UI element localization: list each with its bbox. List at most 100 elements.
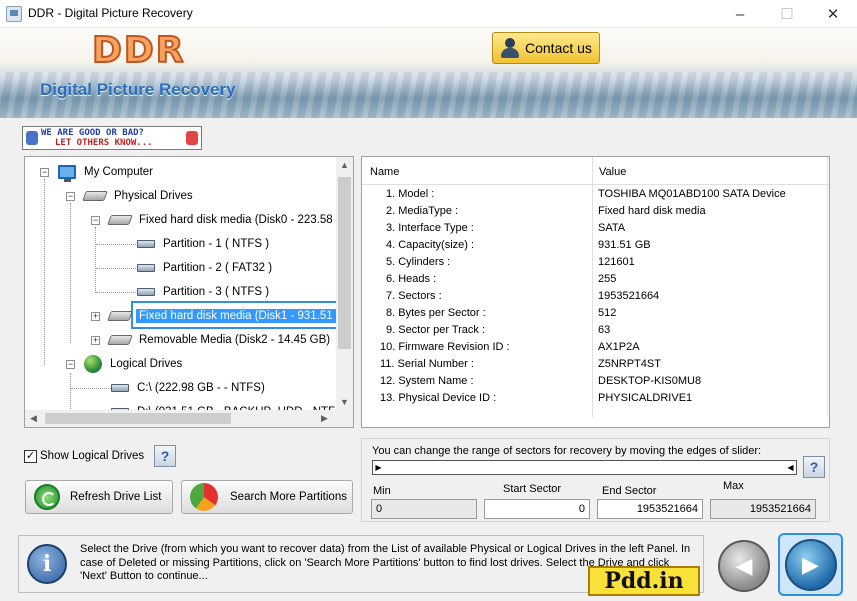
end-sector-label: End Sector [602,485,657,497]
app-icon [6,6,22,22]
globe-icon [84,355,102,373]
partition-icon [137,240,155,248]
tree-item-label: Partition - 2 ( FAT32 ) [163,262,273,274]
tree-item-label: My Computer [84,166,154,178]
back-button[interactable]: ◀ [714,536,774,596]
tree-item-disk2[interactable]: Removable Media (Disk2 - 14.45 GB) [107,330,333,350]
expand-disk1[interactable]: + [91,312,100,321]
property-value: DESKTOP-KIS0MU8 [598,375,702,387]
property-value: TOSHIBA MQ01ABD100 SATA Device [598,188,786,200]
partition-icon [137,264,155,272]
property-value: 512 [598,307,617,319]
scroll-up-icon[interactable]: ▲ [340,160,349,170]
min-label: Min [373,485,391,497]
property-value: 63 [598,324,611,336]
end-sector-input[interactable]: 1953521664 [597,499,703,519]
tree-item-label: C:\ (222.98 GB - - NTFS) [137,382,265,394]
disk-icon [107,335,133,345]
tree-vscroll-thumb[interactable] [338,177,351,349]
property-name: 9. Sector per Track : [386,324,486,336]
sector-range-slider[interactable]: ▶ ◀ [372,460,797,475]
tree-item-label: Partition - 3 ( NTFS ) [163,286,270,298]
scroll-down-icon[interactable]: ▼ [340,397,349,407]
property-value: 931.51 GB [598,239,651,251]
contact-us-label: Contact us [525,40,592,56]
close-button[interactable]: ✕ [810,0,856,28]
expand-physical-drives[interactable]: − [66,192,75,201]
expand-logical-drives[interactable]: − [66,360,75,369]
tree-item-label: Partition - 1 ( NTFS ) [163,238,270,250]
search-partitions-label: Search More Partitions [230,491,347,503]
drive-properties-table: Name Value 1. Model : TOSHIBA MQ01ABD100 … [361,156,830,428]
tree-horizontal-scrollbar[interactable]: ◀ ▶ [25,410,353,427]
property-name: 13. Physical Device ID : [380,392,497,404]
property-name: 10. Firmware Revision ID : [380,341,510,353]
min-field: 0 [371,499,477,519]
tree-item-disk0[interactable]: Fixed hard disk media (Disk0 - 223.58 GB… [107,210,353,230]
partition-icon [137,288,155,296]
tree-item-label: Removable Media (Disk2 - 14.45 GB) [139,334,331,346]
expand-disk2[interactable]: + [91,336,100,345]
disk-icon [82,191,108,201]
expand-my-computer[interactable]: − [40,168,49,177]
help-button[interactable]: ? [154,445,176,467]
property-value: 1953521664 [598,290,660,302]
drive-tree[interactable]: − My Computer − Physical Drives − Fixed … [24,156,354,428]
start-sector-input[interactable]: 0 [484,499,590,519]
refresh-drive-list-button[interactable]: Refresh Drive List [25,480,173,514]
pie-chart-icon [190,483,218,511]
slider-start-handle[interactable]: ▶ [374,462,383,473]
maximize-button[interactable]: ☐ [764,0,810,28]
feedback-line-1: WE ARE GOOD OR BAD? [41,128,144,138]
tree-item-partition-3[interactable]: Partition - 3 ( NTFS ) [137,282,272,302]
tree-item-label: Fixed hard disk media (Disk1 - 931.51 GB… [136,309,353,323]
contact-us-button[interactable]: Contact us [492,32,600,64]
property-value: AX1P2A [598,341,640,353]
info-icon: i [27,544,67,584]
window-title: DDR - Digital Picture Recovery [28,6,193,20]
next-button[interactable]: ▶ [778,533,843,596]
tree-item-partition-1[interactable]: Partition - 1 ( NTFS ) [137,234,272,254]
expand-disk0[interactable]: − [91,216,100,225]
tree-vertical-scrollbar[interactable]: ▲ ▼ [336,157,353,412]
tree-item-disk1[interactable]: Fixed hard disk media (Disk1 - 931.51 GB… [107,306,353,326]
property-name: 12. System Name : [380,375,474,387]
slider-help-button[interactable]: ? [803,456,825,478]
tree-item-partition-2[interactable]: Partition - 2 ( FAT32 ) [137,258,275,278]
show-logical-drives-label[interactable]: Show Logical Drives [40,450,144,462]
property-value: Fixed hard disk media [598,205,706,217]
property-value: 121601 [598,256,635,268]
slider-instruction: You can change the range of sectors for … [372,445,762,457]
feedback-line-2: LET OTHERS KNOW... [55,138,153,148]
search-more-partitions-button[interactable]: Search More Partitions [181,480,353,514]
column-header-value[interactable]: Value [599,166,626,178]
minimize-button[interactable]: – [717,0,763,28]
computer-icon [58,165,76,182]
property-name: 5. Cylinders : [386,256,451,268]
scroll-right-icon[interactable]: ▶ [321,413,328,424]
person-icon [499,37,521,59]
tree-item-drive-c[interactable]: C:\ (222.98 GB - - NTFS) [111,378,268,398]
property-name: 2. MediaType : [386,205,459,217]
ddr-logo: DDR [91,29,186,72]
start-sector-label: Start Sector [503,483,562,495]
show-logical-drives-checkbox[interactable]: ✓ [24,450,37,463]
column-header-name[interactable]: Name [370,166,399,178]
max-field: 1953521664 [710,499,816,519]
slider-end-handle[interactable]: ◀ [786,462,795,473]
tree-item-my-computer[interactable]: My Computer [58,162,156,182]
table-header: Name Value [362,157,829,185]
property-value: Z5NRPT4ST [598,358,661,370]
next-arrow-icon: ▶ [784,538,837,591]
back-arrow-icon: ◀ [718,540,770,592]
tree-item-logical-drives[interactable]: Logical Drives [84,354,185,374]
property-value: SATA [598,222,626,234]
app-subtitle: Digital Picture Recovery [40,80,236,99]
property-value: 255 [598,273,617,285]
property-name: 11. Serial Number : [380,358,474,370]
feedback-button[interactable]: WE ARE GOOD OR BAD? LET OTHERS KNOW... [22,126,202,150]
tree-item-label: Logical Drives [110,358,183,370]
tree-hscroll-thumb[interactable] [45,413,231,424]
scroll-left-icon[interactable]: ◀ [30,413,37,424]
tree-item-physical-drives[interactable]: Physical Drives [82,186,196,206]
